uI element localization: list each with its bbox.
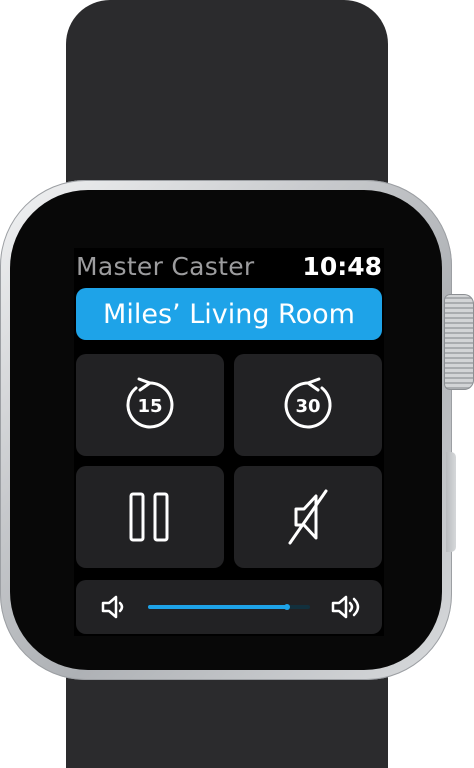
rewind-seconds-label: 15 [137,396,162,417]
volume-control [76,580,382,634]
device-name: Miles’ Living Room [103,298,355,330]
forward-30-icon: 30 [284,377,332,429]
rewind-15-button[interactable]: 15 [76,354,224,456]
mute-button[interactable] [234,466,382,568]
volume-slider[interactable] [148,604,310,610]
device-selector-button[interactable]: Miles’ Living Room [76,288,382,340]
volume-slider-handle[interactable] [284,604,291,610]
app-title: Master Caster [76,252,255,281]
side-button[interactable] [446,452,456,552]
watch-screen: Master Caster 10:48 Miles’ Living Room 1… [74,248,384,636]
forward-30-button[interactable]: 30 [234,354,382,456]
pause-icon [129,492,169,542]
volume-slider-fill [148,605,288,609]
volume-up-icon[interactable] [330,594,364,620]
forward-seconds-label: 30 [295,396,320,417]
status-header: Master Caster 10:48 [76,252,382,286]
clock-time: 10:48 [302,252,382,281]
watch-band-top [66,0,388,200]
digital-crown[interactable] [444,294,474,390]
volume-down-icon[interactable] [100,594,128,620]
rewind-15-icon: 15 [126,377,174,429]
pause-button[interactable] [76,466,224,568]
mute-icon [288,489,328,545]
